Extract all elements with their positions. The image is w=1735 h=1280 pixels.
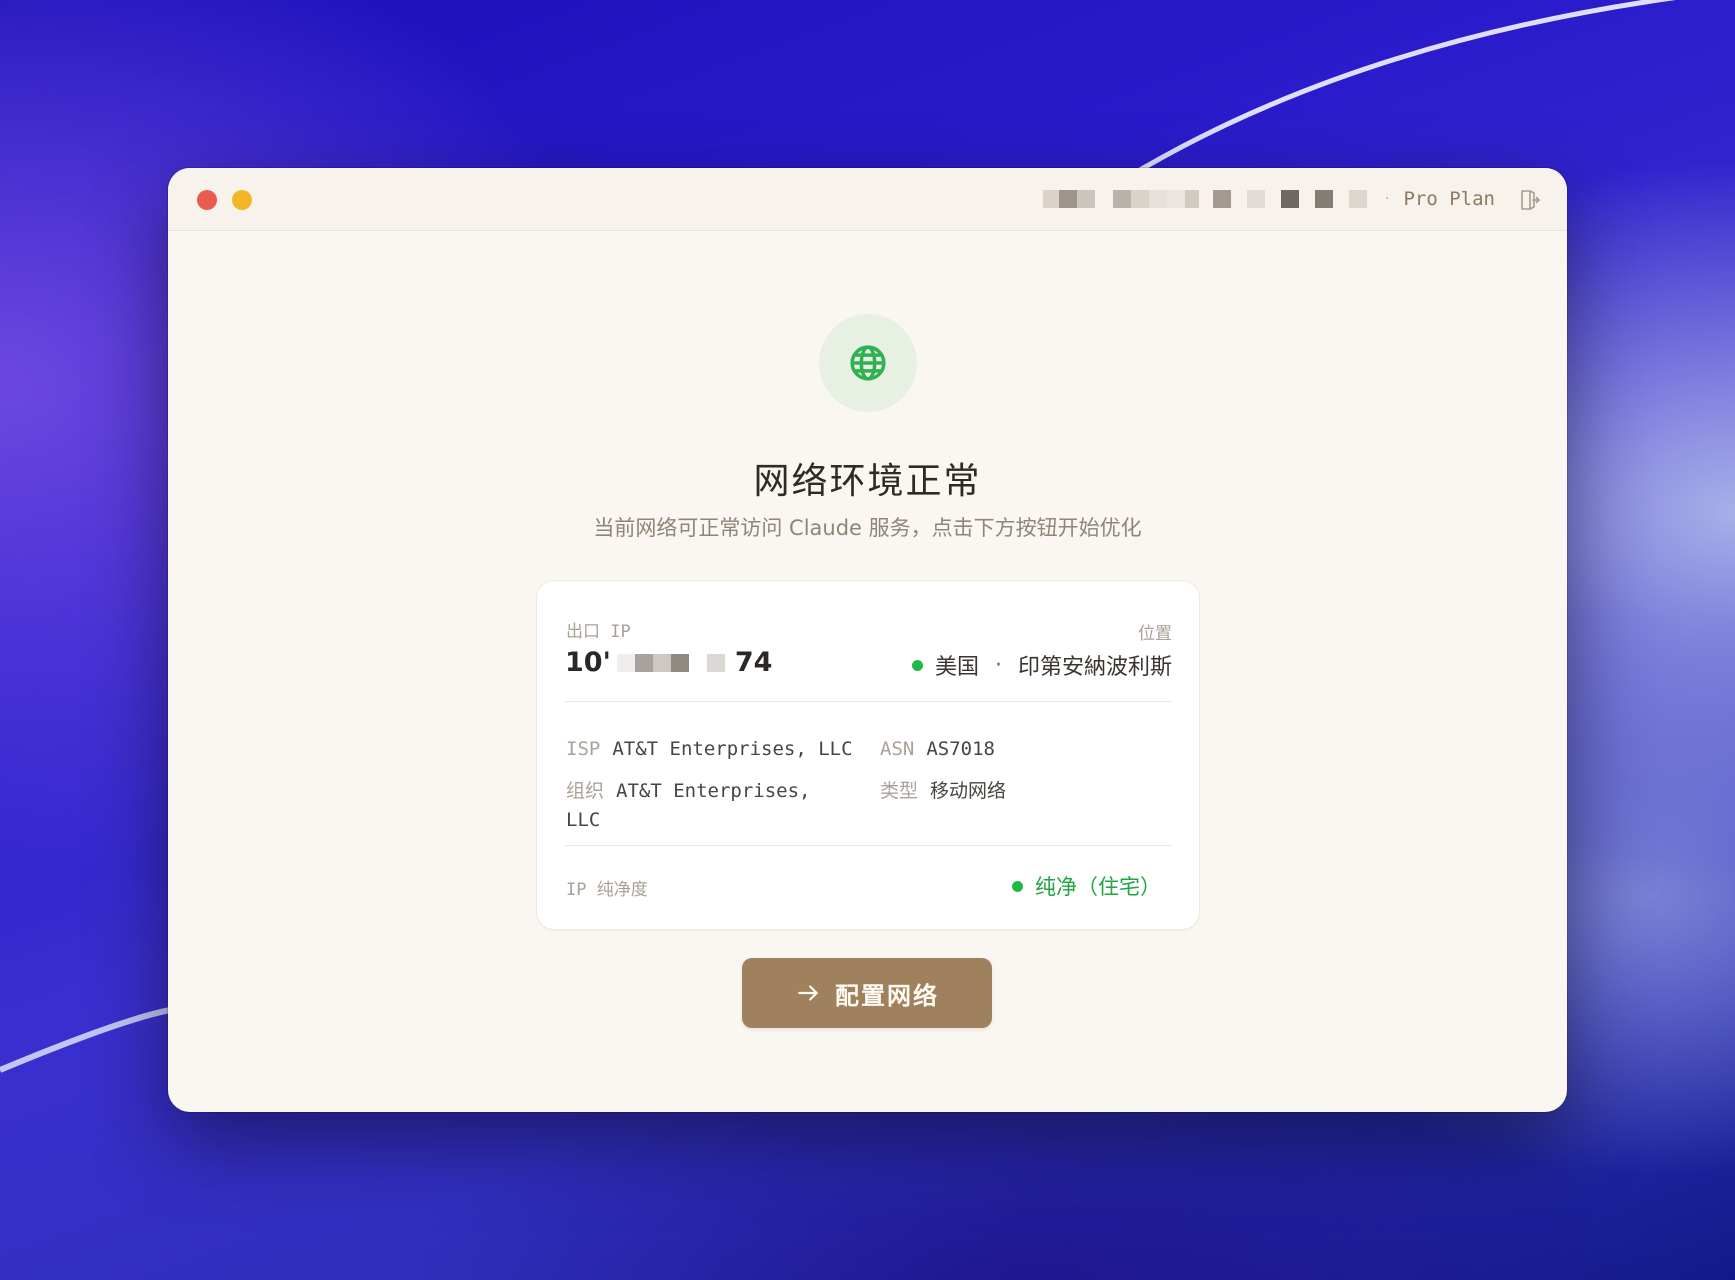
app-window: · Pro Plan 网络环境正常 当前网络可正常访问 Claude 服务，点击…: [168, 168, 1567, 1112]
card-divider-bottom: [565, 845, 1172, 846]
account-separator: ·: [1385, 191, 1390, 207]
org-value-line1: AT&T Enterprises,: [616, 780, 811, 802]
purity-text: 纯净（住宅）: [1035, 875, 1161, 899]
type-label: 类型: [880, 780, 919, 802]
arrow-right-icon: [798, 985, 818, 1001]
configure-network-button[interactable]: 配置网络: [742, 958, 992, 1028]
globe-icon: [850, 345, 886, 381]
location-value: 美国 · 印第安納波利斯: [911, 649, 1172, 681]
configure-network-label: 配置网络: [835, 982, 939, 1010]
plan-label: Pro Plan: [1403, 188, 1495, 210]
close-window-button[interactable]: [197, 190, 217, 210]
location-city: 印第安納波利斯: [1017, 655, 1172, 680]
type-row: 类型 移动网络: [880, 777, 1006, 806]
ip-address: 10' 74: [565, 647, 772, 678]
status-title: 网络环境正常: [753, 461, 982, 502]
status-subtitle: 当前网络可正常访问 Claude 服务，点击下方按钮开始优化: [593, 516, 1142, 540]
redacted-email: [1043, 190, 1368, 208]
purity-value: 纯净（住宅）: [1012, 871, 1161, 901]
main-content: 网络环境正常 当前网络可正常访问 Claude 服务，点击下方按钮开始优化 出口…: [168, 230, 1567, 1112]
asn-row: ASN AS7018: [880, 735, 995, 764]
isp-label: ISP: [566, 738, 601, 760]
card-divider-top: [565, 701, 1172, 702]
ip-redacted: [616, 653, 725, 672]
status-icon-badge: [819, 314, 917, 412]
minimize-window-button[interactable]: [232, 190, 252, 210]
asn-label: ASN: [880, 738, 915, 760]
asn-value: AS7018: [926, 738, 995, 760]
account-info: · Pro Plan: [1043, 186, 1495, 212]
logout-icon[interactable]: [1517, 188, 1541, 212]
isp-row: ISP AT&T Enterprises, LLC: [566, 735, 853, 764]
purity-status-dot: [1012, 880, 1023, 892]
isp-value: AT&T Enterprises, LLC: [612, 738, 853, 760]
type-value: 移动网络: [930, 780, 1007, 802]
org-value-line2: LLC: [566, 809, 601, 831]
org-row: 组织 AT&T Enterprises, LLC: [566, 777, 866, 835]
location-status-dot: [911, 659, 923, 671]
org-label: 组织: [566, 780, 605, 802]
location-label: 位置: [1138, 624, 1172, 644]
ip-prefix: 10': [565, 647, 611, 678]
location-country: 美国: [934, 655, 979, 680]
purity-label: IP 纯净度: [566, 880, 648, 900]
ip-suffix: 74: [734, 647, 773, 678]
ip-info-card: 出口 IP 位置 10' 74 美国 · 印第安納波利斯 ISP AT&T En…: [536, 580, 1200, 930]
title-bar: · Pro Plan: [168, 168, 1567, 231]
location-separator: ·: [994, 652, 1002, 678]
ip-label: 出口 IP: [566, 622, 631, 642]
